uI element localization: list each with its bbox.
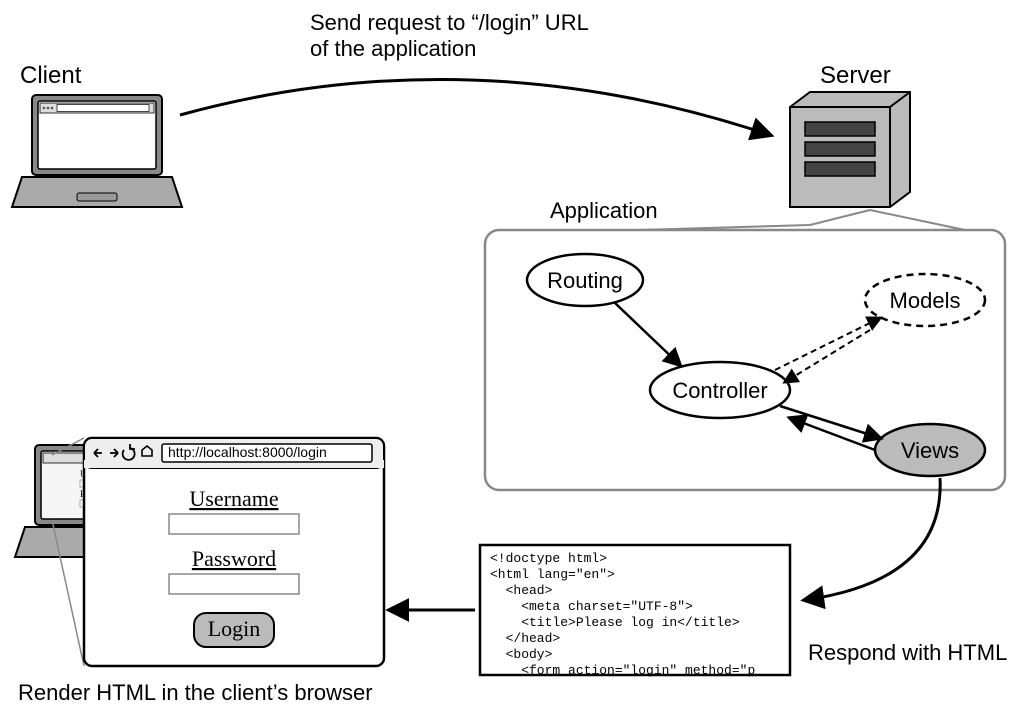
diagram-canvas: Routing Controller Models Views <!doctyp…	[0, 0, 1024, 719]
code-line-4: <meta charset="UTF-8">	[490, 599, 693, 614]
respond-html-label: Respond with HTML	[808, 640, 1007, 666]
render-html-label: Render HTML in the client’s browser	[18, 680, 373, 706]
login-browser-window: http://localhost:8000/login Username Pas…	[84, 438, 384, 666]
send-request-line1: Send request to “/login” URL	[310, 10, 589, 36]
code-line-8: <form action="login" method="p	[490, 663, 755, 678]
request-arrow	[180, 79, 770, 135]
code-line-7: <body>	[490, 647, 553, 662]
application-label: Application	[550, 198, 658, 224]
server-label: Server	[820, 62, 891, 90]
code-line-3: <head>	[490, 583, 553, 598]
client-laptop-icon	[12, 95, 182, 207]
views-to-html-arrow	[805, 478, 940, 600]
send-request-line2: of the application	[310, 36, 476, 62]
routing-text: Routing	[547, 268, 623, 293]
server-icon	[790, 92, 910, 207]
models-text: Models	[890, 288, 961, 313]
url-text: http://localhost:8000/login	[168, 444, 327, 460]
client-label: Client	[20, 62, 81, 90]
username-label: Username	[189, 486, 278, 511]
password-input[interactable]	[169, 574, 299, 594]
login-button-text: Login	[208, 616, 261, 641]
code-line-6: </head>	[490, 631, 560, 646]
code-line-2: <html lang="en">	[490, 567, 615, 582]
code-line-5: <title>Please log in</title>	[490, 615, 740, 630]
code-line-1: <!doctype html>	[490, 551, 607, 566]
controller-text: Controller	[672, 378, 767, 403]
views-text: Views	[901, 438, 959, 463]
html-code-box: <!doctype html> <html lang="en"> <head> …	[480, 545, 790, 678]
password-label: Password	[192, 546, 276, 571]
username-input[interactable]	[169, 514, 299, 534]
